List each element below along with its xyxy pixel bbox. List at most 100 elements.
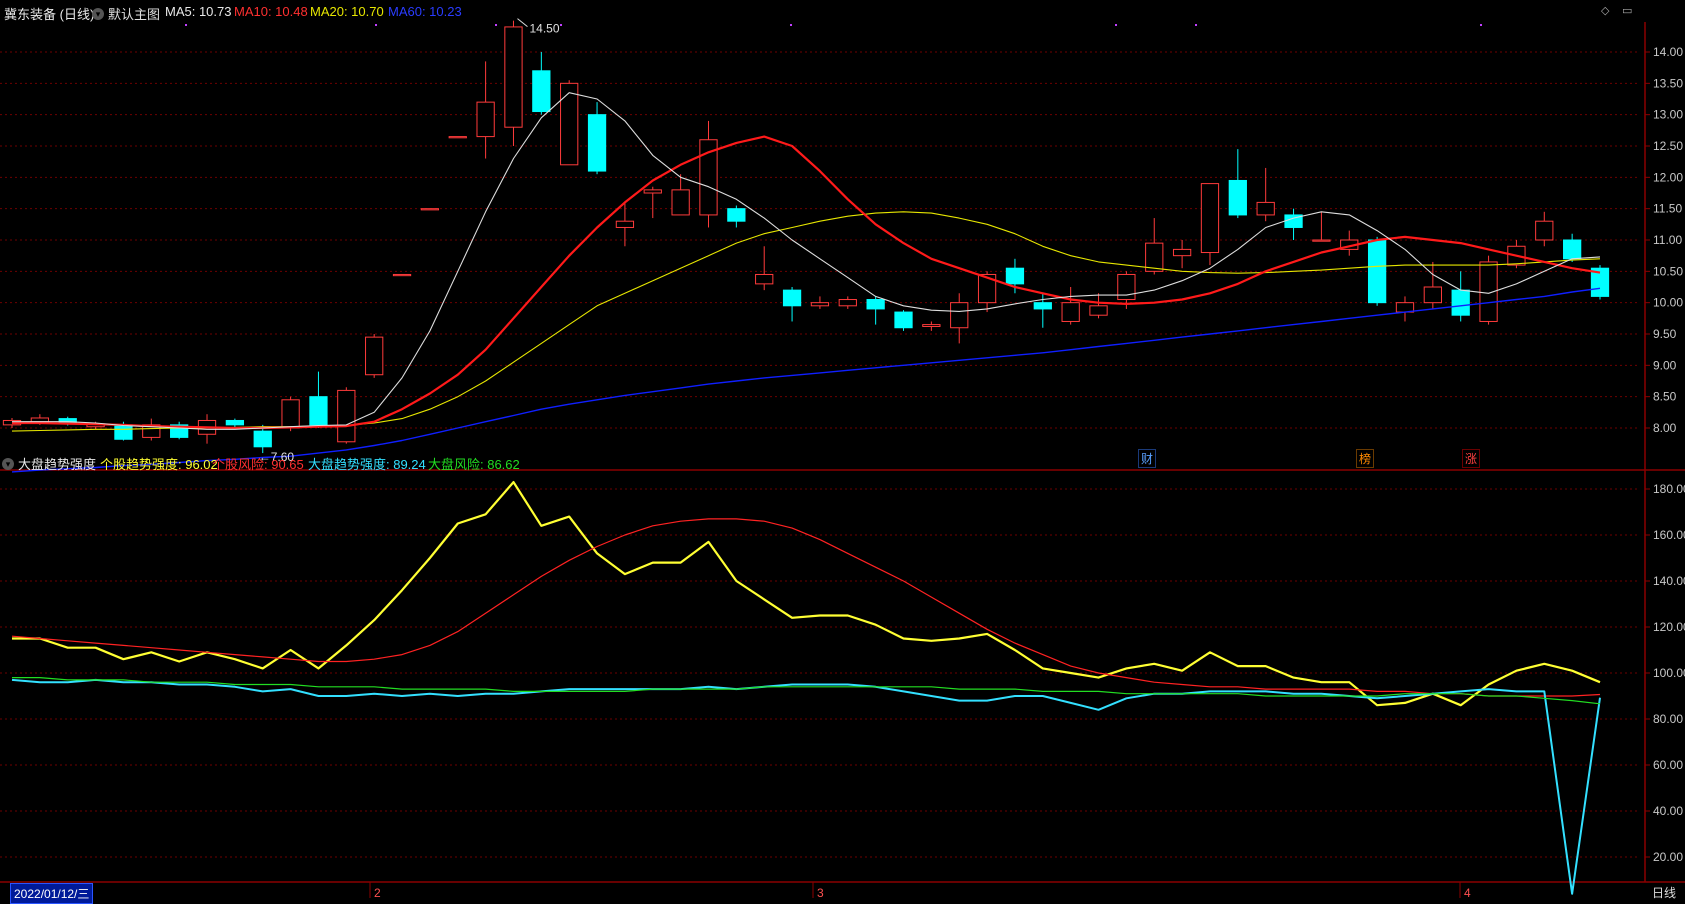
main-tick-label: 11.00 <box>1653 233 1682 247</box>
candle-body <box>114 424 133 440</box>
event-dot <box>790 24 792 26</box>
event-tag-ranking[interactable]: 榜 <box>1356 449 1375 468</box>
candle-body <box>504 26 523 128</box>
ma10-line <box>12 135 1601 430</box>
stock-trend-value: 个股趋势强度: 96.02 <box>100 457 218 472</box>
candle-body <box>894 311 913 329</box>
main-tick-label: 10.50 <box>1653 264 1683 278</box>
candle-body <box>476 101 495 138</box>
stock-risk-line <box>11 518 1601 697</box>
candle-body <box>420 208 440 211</box>
event-tag-limit-up[interactable]: 涨 <box>1462 449 1481 468</box>
main-tick-label: 9.50 <box>1653 327 1677 341</box>
candle-body <box>1033 302 1052 310</box>
indicator-name[interactable]: 大盘趋势强度 <box>18 454 96 473</box>
candle-body <box>365 336 384 376</box>
event-dot <box>185 24 187 26</box>
candle-body <box>866 299 885 310</box>
candle-body <box>922 324 941 327</box>
ma60-line <box>11 287 1601 473</box>
month-label: 2 <box>374 886 381 900</box>
main-tick-label: 13.50 <box>1653 76 1683 90</box>
month-label: 4 <box>1464 886 1471 900</box>
indicator-tick-label: 120.00 <box>1653 620 1685 634</box>
candle-body <box>1395 302 1415 313</box>
ma5-line <box>12 92 1601 430</box>
candle-body <box>309 396 328 426</box>
ma60-value: MA60: 10.23 <box>388 4 462 19</box>
event-dot <box>560 24 562 26</box>
main-tick-label: 10.00 <box>1653 296 1683 310</box>
candle-body <box>838 299 857 307</box>
candle-body <box>448 136 467 139</box>
market-trend-value: 大盘趋势强度: 89.24 <box>308 457 426 472</box>
indicator-tick-label: 20.00 <box>1653 850 1683 864</box>
month-label: 3 <box>817 886 824 900</box>
candle-body <box>560 82 579 166</box>
expand-window-icon[interactable]: ▭ <box>1622 4 1632 17</box>
candle-body <box>1200 183 1220 254</box>
period-label[interactable]: 日线 <box>1652 884 1676 901</box>
candle-body <box>782 289 802 307</box>
candle-body <box>392 273 412 277</box>
stock-risk-value: 个股风险: 90.65 <box>212 457 304 472</box>
candle-body <box>643 189 662 194</box>
candle-body <box>1451 289 1470 316</box>
ma10-value: MA10: 10.48 <box>234 4 308 19</box>
candle-body <box>755 273 774 285</box>
candle-body <box>281 399 300 429</box>
diamond-icon[interactable]: ◇ <box>1601 4 1609 17</box>
indicator-tick-label: 160.00 <box>1653 528 1685 542</box>
ma5-value: MA5: 10.73 <box>165 4 232 19</box>
candle-body <box>1367 239 1387 304</box>
main-chart-header: 冀东装备 (日线) ▾ 默认主图 MA5: 10.73 MA10: 10.48 … <box>4 4 462 23</box>
stock-trend-line <box>12 481 1601 707</box>
event-dot <box>495 24 497 26</box>
candle-body <box>1228 179 1247 216</box>
candle-body <box>810 302 830 307</box>
ma20-value: MA20: 10.70 <box>310 4 384 19</box>
candle-body <box>337 389 356 443</box>
candle-body <box>1089 305 1108 316</box>
candle-body <box>1172 248 1192 257</box>
candle-body <box>1423 286 1442 304</box>
candle-body <box>950 302 969 329</box>
candle-body <box>1061 302 1080 322</box>
cursor-date: 2022/01/12/三 <box>10 883 94 904</box>
main-tick-label: 8.50 <box>1653 390 1677 404</box>
candle-body <box>253 430 272 448</box>
event-tag-finance[interactable]: 财 <box>1138 449 1157 468</box>
main-tick-label: 11.50 <box>1653 202 1682 216</box>
candle-body <box>727 208 746 222</box>
candle-body <box>1005 267 1025 285</box>
candle-body <box>587 114 607 172</box>
main-tick-label: 8.00 <box>1653 421 1677 435</box>
main-tick-label: 14.00 <box>1653 45 1683 59</box>
high-price-label: 14.50 <box>529 22 559 36</box>
indicator-tick-label: 100.00 <box>1653 666 1685 680</box>
event-dot <box>1480 24 1482 26</box>
indicator-tick-label: 40.00 <box>1653 804 1683 818</box>
indicator-tick-label: 140.00 <box>1653 574 1685 588</box>
stock-name: 冀东装备 (日线) <box>4 7 95 22</box>
ma20-line <box>11 211 1601 432</box>
candle-body <box>1117 273 1136 301</box>
event-dot <box>375 24 377 26</box>
event-dot <box>1115 24 1117 26</box>
indicator-tick-label: 80.00 <box>1653 712 1683 726</box>
main-tick-label: 12.00 <box>1653 170 1683 184</box>
main-tick-label: 13.00 <box>1653 108 1683 122</box>
candle-body <box>671 189 690 216</box>
candle-body <box>615 220 635 228</box>
candle-body <box>1563 239 1582 260</box>
candle-body <box>1535 220 1554 241</box>
main-chart-selector[interactable]: 默认主图 <box>108 4 160 23</box>
candle-body <box>225 419 245 426</box>
main-tick-label: 12.50 <box>1653 139 1683 153</box>
candle-body <box>1312 239 1331 242</box>
candle-body <box>532 70 551 113</box>
main-tick-label: 9.00 <box>1653 358 1677 372</box>
event-dot <box>1195 24 1197 26</box>
candle-body <box>1256 201 1275 216</box>
market-risk-value: 大盘风险: 86.62 <box>428 457 520 472</box>
